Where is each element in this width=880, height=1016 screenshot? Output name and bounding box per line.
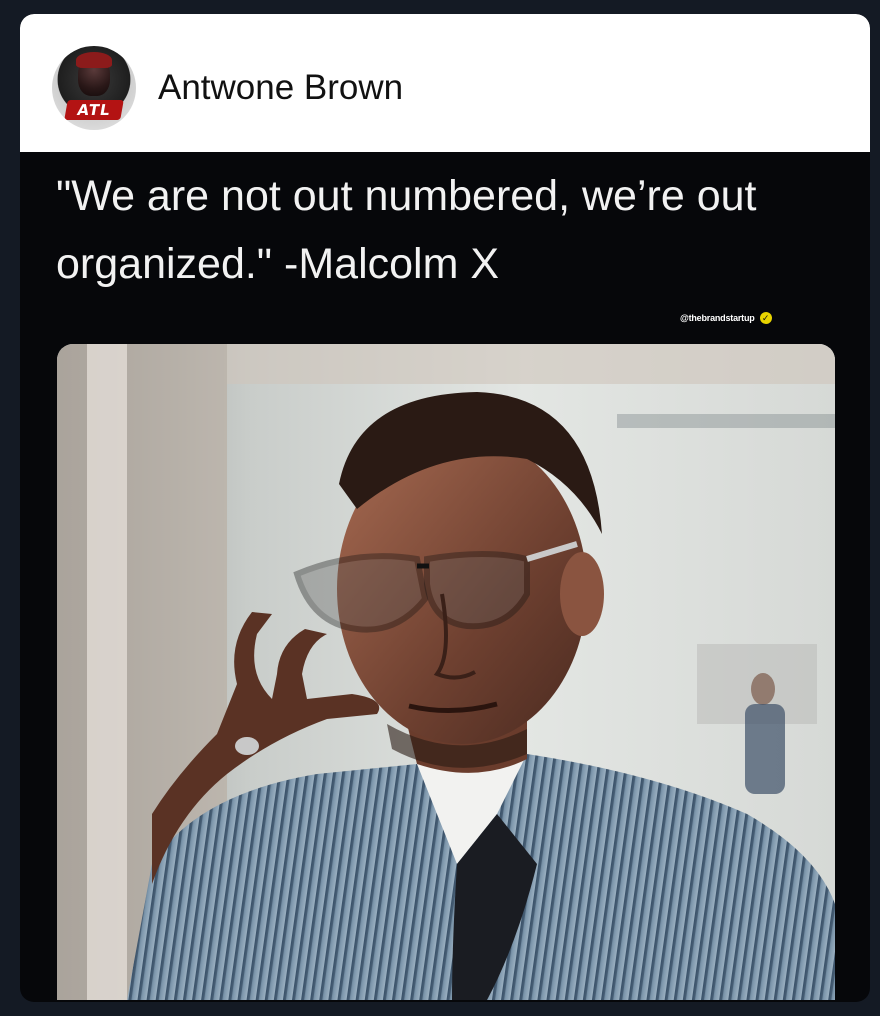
- post-text: "We are not out numbered, we’re out orga…: [56, 172, 757, 288]
- verified-icon: ✓: [759, 312, 772, 324]
- page: ATL Antwone Brown "We are not out number…: [0, 0, 880, 1016]
- watermark-handle: @thebrandstartup: [680, 313, 755, 323]
- avatar-badge: ATL: [64, 100, 124, 120]
- watermark: @thebrandstartup ✓: [680, 310, 772, 326]
- post-photo[interactable]: [57, 344, 835, 1000]
- post-card: ATL Antwone Brown "We are not out number…: [20, 14, 870, 1002]
- author-name[interactable]: Antwone Brown: [158, 68, 403, 108]
- portrait-image: [57, 344, 835, 1000]
- avatar[interactable]: ATL: [52, 46, 136, 130]
- avatar-hat: [76, 52, 112, 68]
- post-header: ATL Antwone Brown: [20, 14, 870, 152]
